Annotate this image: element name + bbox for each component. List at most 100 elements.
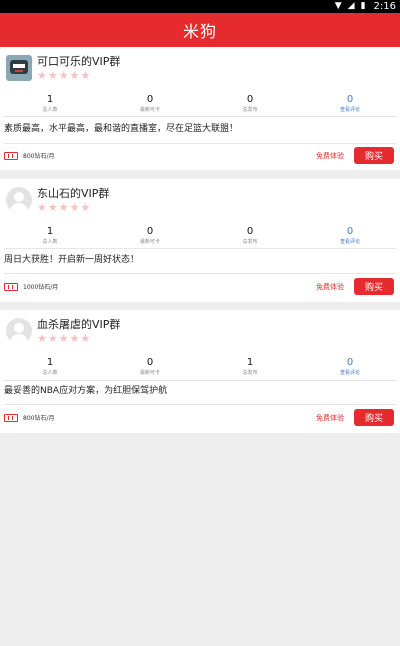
group-description: 最妥善的NBA应对方案，为红胆保驾护航	[4, 386, 168, 396]
star-icon: ★	[47, 69, 58, 82]
group-info: 可口可乐的VIP群 ★ ★ ★ ★ ★	[37, 55, 120, 81]
divider	[4, 273, 396, 274]
price-label: 800钻石/月	[23, 153, 55, 160]
stat-label: 总人数	[42, 239, 58, 245]
stat-label: 最新可卡	[139, 370, 160, 376]
stat-value: 0	[346, 94, 354, 105]
rating-stars: ★ ★ ★ ★ ★	[37, 202, 109, 213]
group-name: 血杀屠虐的VIP群	[37, 318, 121, 331]
stat-value: 1	[246, 357, 254, 368]
star-icon: ★	[58, 69, 69, 82]
stat-total-members: 1 总人数	[0, 357, 100, 377]
stat-value: 0	[346, 357, 354, 368]
clock: 2:16	[373, 1, 396, 12]
vip-group-card[interactable]: 东山石的VIP群 ★ ★ ★ ★ ★ 1 总人数 0 最新可卡 0 总发布 0 …	[0, 179, 400, 302]
stat-total-posts: 0 总发布	[200, 226, 300, 246]
app-bar: 米狗	[0, 13, 400, 47]
stat-value: 0	[246, 226, 254, 237]
stat-value: 1	[46, 226, 54, 237]
divider	[4, 380, 396, 381]
group-name: 东山石的VIP群	[37, 187, 110, 200]
star-icon: ★	[69, 332, 80, 345]
stat-view-comments[interactable]: 0 查看评论	[300, 226, 400, 246]
avatar	[6, 55, 32, 81]
stats-row: 1 总人数 0 最新可卡 1 总发布 0 查看评论	[0, 357, 400, 377]
star-icon: ★	[58, 332, 69, 345]
vip-group-card[interactable]: 血杀屠虐的VIP群 ★ ★ ★ ★ ★ 1 总人数 0 最新可卡 1 总发布 0…	[0, 310, 400, 433]
stat-value: 0	[346, 226, 354, 237]
stat-latest: 0 最新可卡	[100, 357, 200, 377]
star-icon: ★	[37, 69, 47, 82]
stat-label: 最新可卡	[139, 107, 160, 113]
price-label: 1000钻石/月	[23, 284, 59, 291]
stat-value: 0	[146, 94, 154, 105]
star-icon: ★	[47, 201, 58, 214]
divider	[4, 404, 396, 405]
group-info: 血杀屠虐的VIP群 ★ ★ ★ ★ ★	[37, 318, 120, 344]
stat-label: 查看评论	[339, 107, 360, 113]
card-header: 可口可乐的VIP群 ★ ★ ★ ★ ★	[6, 55, 120, 81]
card-footer: 1000钻石/月 免费体验 购买	[4, 278, 394, 295]
ticket-icon	[4, 282, 18, 291]
rating-stars: ★ ★ ★ ★ ★	[37, 70, 120, 81]
group-description: 周日大获胜！开启新一周好状态！	[4, 255, 140, 265]
stat-total-members: 1 总人数	[0, 226, 100, 246]
buy-button[interactable]: 购买	[354, 147, 394, 164]
vip-group-card[interactable]: 可口可乐的VIP群 ★ ★ ★ ★ ★ 1 总人数 0 最新可卡 0 总发布 0…	[0, 47, 400, 170]
star-icon: ★	[47, 332, 58, 345]
stat-value: 1	[46, 94, 54, 105]
star-icon: ★	[80, 332, 91, 345]
stat-label: 查看评论	[339, 370, 360, 376]
group-info: 东山石的VIP群 ★ ★ ★ ★ ★	[37, 187, 109, 213]
ticket-icon	[4, 413, 18, 422]
stat-value: 0	[146, 226, 154, 237]
stat-latest: 0 最新可卡	[100, 94, 200, 114]
stat-label: 总发布	[242, 370, 258, 376]
signal-icon: ◢	[347, 1, 355, 11]
battery-icon: ▮	[360, 1, 366, 11]
stat-label: 总发布	[242, 239, 258, 245]
divider	[4, 116, 396, 117]
stat-value: 0	[146, 357, 154, 368]
stat-value: 0	[246, 94, 254, 105]
stat-label: 最新可卡	[139, 239, 160, 245]
stat-label: 查看评论	[339, 239, 360, 245]
wifi-icon: ▼	[334, 1, 342, 11]
star-icon: ★	[69, 201, 80, 214]
card-footer: 800钻石/月 免费体验 购买	[4, 147, 394, 164]
stat-latest: 0 最新可卡	[100, 226, 200, 246]
divider	[4, 248, 396, 249]
star-icon: ★	[80, 201, 91, 214]
rating-stars: ★ ★ ★ ★ ★	[37, 333, 120, 344]
stat-total-posts: 1 总发布	[200, 357, 300, 377]
card-header: 血杀屠虐的VIP群 ★ ★ ★ ★ ★	[6, 318, 120, 344]
free-trial-link[interactable]: 免费体验	[316, 151, 344, 161]
star-icon: ★	[69, 69, 80, 82]
stat-total-posts: 0 总发布	[200, 94, 300, 114]
avatar	[6, 318, 32, 344]
group-name: 可口可乐的VIP群	[37, 55, 121, 68]
divider	[4, 143, 396, 144]
stat-label: 总人数	[42, 107, 58, 113]
free-trial-link[interactable]: 免费体验	[316, 413, 344, 423]
free-trial-link[interactable]: 免费体验	[316, 282, 344, 292]
stat-view-comments[interactable]: 0 查看评论	[300, 94, 400, 114]
stat-view-comments[interactable]: 0 查看评论	[300, 357, 400, 377]
buy-button[interactable]: 购买	[354, 278, 394, 295]
ticket-icon	[4, 151, 18, 160]
status-bar: ▼ ◢ ▮ 2:16	[0, 0, 400, 13]
stat-total-members: 1 总人数	[0, 94, 100, 114]
page-title: 米狗	[182, 22, 217, 41]
stat-label: 总发布	[242, 107, 258, 113]
price-label: 800钻石/月	[23, 415, 55, 422]
card-footer: 800钻石/月 免费体验 购买	[4, 409, 394, 426]
buy-button[interactable]: 购买	[354, 409, 394, 426]
card-header: 东山石的VIP群 ★ ★ ★ ★ ★	[6, 187, 109, 213]
star-icon: ★	[58, 201, 69, 214]
avatar	[6, 187, 32, 213]
star-icon: ★	[37, 201, 47, 214]
stat-label: 总人数	[42, 370, 58, 376]
stats-row: 1 总人数 0 最新可卡 0 总发布 0 查看评论	[0, 226, 400, 246]
group-description: 素质最高，水平最高，最和谐的直播室，尽在足篮大联盟！	[4, 124, 239, 134]
star-icon: ★	[80, 69, 91, 82]
